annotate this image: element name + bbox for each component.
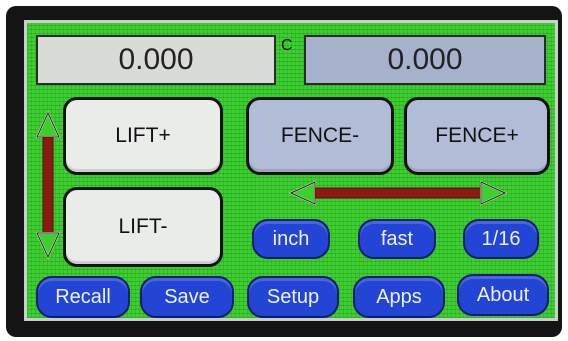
fence-plus-label: FENCE+ xyxy=(435,124,519,147)
recall-button[interactable]: Recall xyxy=(36,276,130,318)
vertical-double-arrow-icon xyxy=(35,110,61,260)
step-size-button[interactable]: 1/16 xyxy=(463,219,539,259)
speed-toggle-button[interactable]: fast xyxy=(358,219,436,259)
lift-up-label: LIFT+ xyxy=(115,124,171,147)
apps-label: Apps xyxy=(376,285,422,308)
save-label: Save xyxy=(164,285,210,308)
speed-toggle-label: fast xyxy=(380,227,414,250)
fence-minus-button[interactable]: FENCE- xyxy=(246,97,394,175)
setup-label: Setup xyxy=(266,285,320,308)
save-button[interactable]: Save xyxy=(140,276,234,318)
fence-plus-button[interactable]: FENCE+ xyxy=(404,97,550,175)
recall-label: Recall xyxy=(55,285,111,308)
step-size-label: 1/16 xyxy=(481,227,521,250)
unit-indicator: C xyxy=(281,37,293,54)
touch-screen: 0.000 C 0.000 LIFT+ LIFT- FENCE- FENCE+ … xyxy=(24,20,558,321)
lift-up-button[interactable]: LIFT+ xyxy=(63,97,223,175)
about-button[interactable]: About xyxy=(457,274,549,316)
lift-down-button[interactable]: LIFT- xyxy=(63,187,223,267)
apps-button[interactable]: Apps xyxy=(353,276,445,318)
units-toggle-label: inch xyxy=(272,227,310,250)
lift-position-value: 0.000 xyxy=(118,43,194,76)
setup-button[interactable]: Setup xyxy=(247,276,339,318)
lift-down-label: LIFT- xyxy=(118,215,168,238)
about-label: About xyxy=(476,283,530,306)
lift-position-readout: 0.000 xyxy=(36,35,276,85)
fence-position-value: 0.000 xyxy=(387,43,463,76)
horizontal-double-arrow-icon xyxy=(288,180,508,206)
fence-position-readout: 0.000 xyxy=(304,35,546,85)
units-toggle-button[interactable]: inch xyxy=(252,219,330,259)
fence-minus-label: FENCE- xyxy=(280,124,360,147)
